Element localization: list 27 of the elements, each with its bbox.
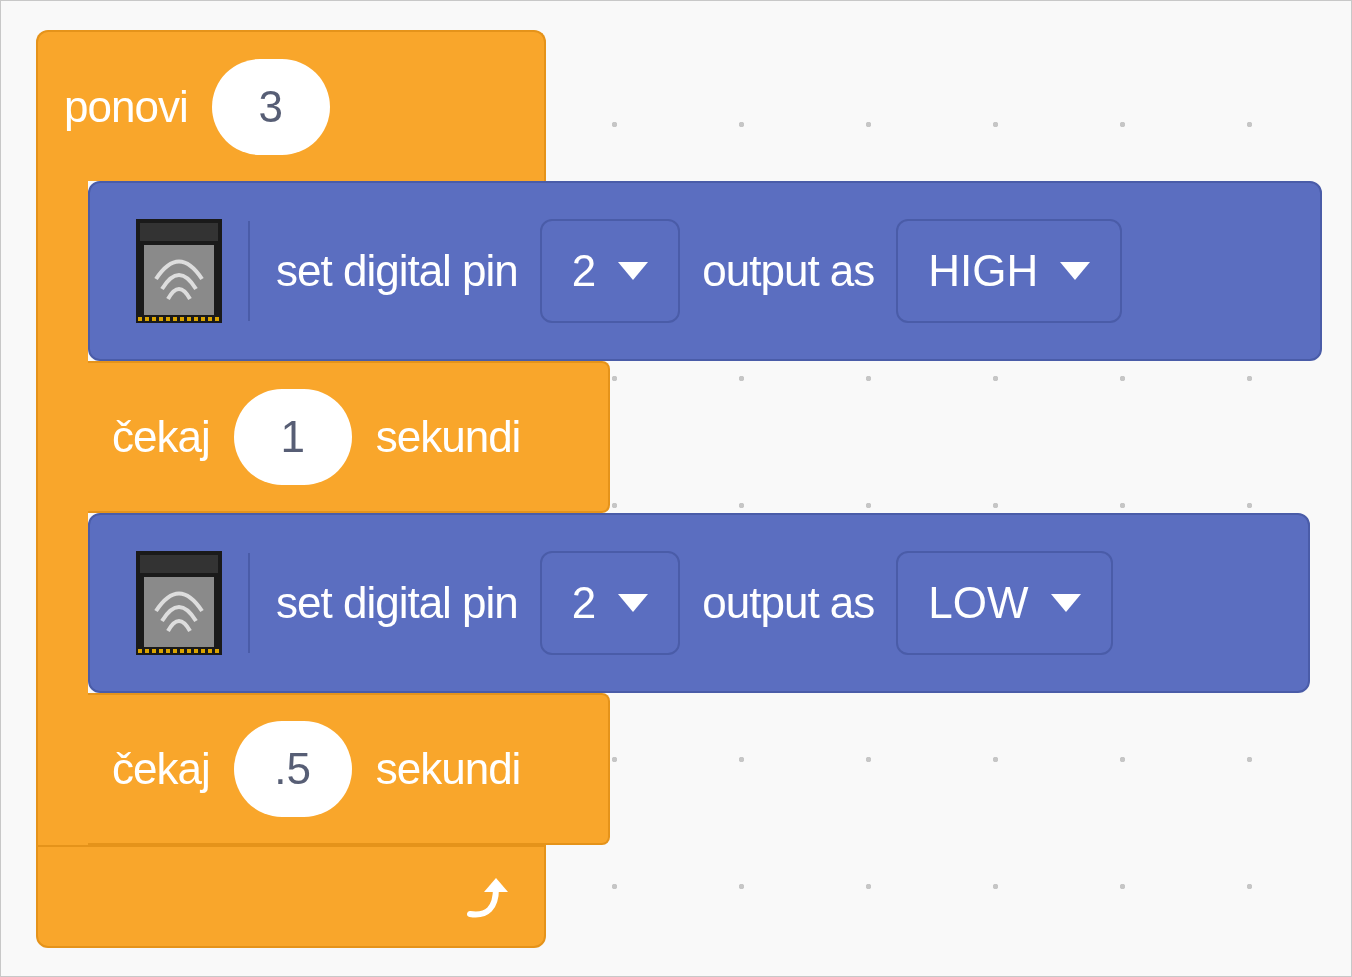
chip-icon <box>136 219 222 323</box>
block-label: sekundi <box>375 744 521 794</box>
digital-pin-block[interactable]: set digital pin 2 output as HIGH <box>88 181 1322 361</box>
block-label: set digital pin <box>276 246 518 296</box>
wait-block[interactable]: čekaj .5 sekundi <box>88 693 610 845</box>
level-dropdown[interactable]: LOW <box>896 551 1113 655</box>
caret-icon <box>1060 262 1091 280</box>
caret-icon <box>618 594 649 612</box>
repeat-count-input[interactable]: 3 <box>211 58 330 155</box>
caret-icon <box>618 262 649 280</box>
level-dropdown[interactable]: HIGH <box>896 219 1123 323</box>
pin-dropdown[interactable]: 2 <box>539 219 681 323</box>
seconds-input[interactable]: .5 <box>233 721 352 817</box>
wait-block[interactable]: čekaj 1 sekundi <box>88 361 610 513</box>
block-label: čekaj <box>112 744 210 794</box>
pin-dropdown[interactable]: 2 <box>539 551 681 655</box>
block-label: output as <box>702 246 875 296</box>
chip-icon <box>136 551 222 655</box>
digital-pin-block[interactable]: set digital pin 2 output as LOW <box>88 513 1310 693</box>
repeat-block[interactable]: ponovi 3 <box>36 30 546 181</box>
caret-icon <box>1050 594 1081 612</box>
block-label: set digital pin <box>276 578 518 628</box>
block-label: output as <box>702 578 875 628</box>
repeat-label: ponovi <box>64 81 188 132</box>
block-label: čekaj <box>112 412 210 462</box>
block-label: sekundi <box>375 412 521 462</box>
seconds-input[interactable]: 1 <box>233 389 352 485</box>
